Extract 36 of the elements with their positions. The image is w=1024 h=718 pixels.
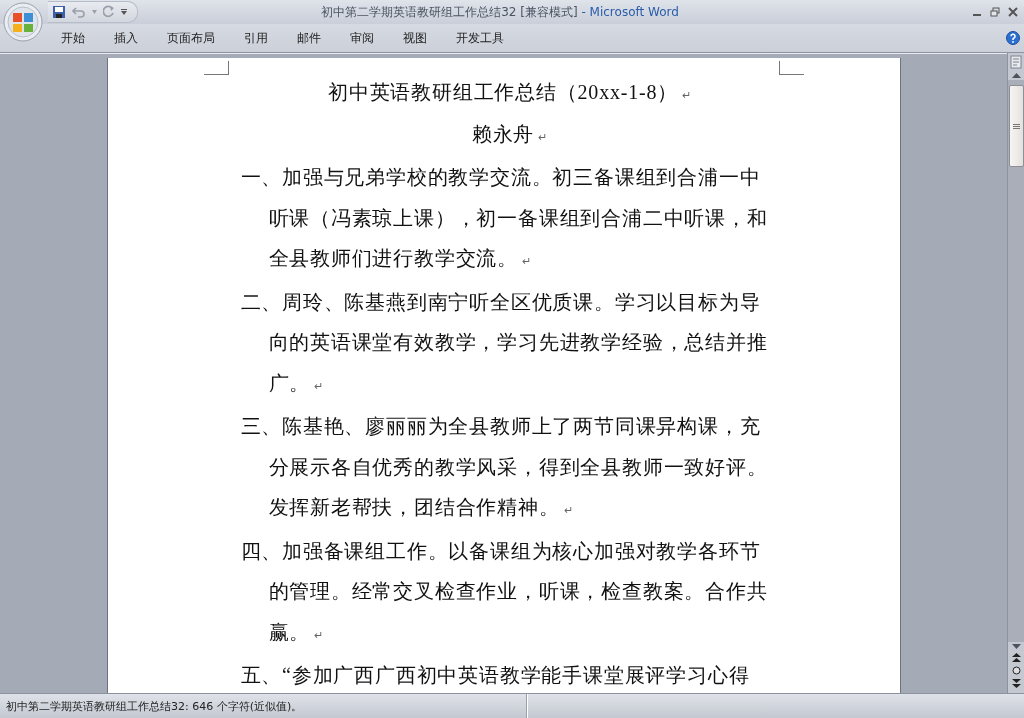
paragraph-mark: ↵ [682,89,692,101]
ribbon-tab[interactable]: 开发工具 [445,27,515,49]
ribbon-tab[interactable]: 页面布局 [156,27,226,49]
browse-object-icon[interactable] [1011,666,1021,675]
title-separator: - [581,4,586,19]
ruler-toggle-icon[interactable] [1010,55,1022,69]
ribbon-tab[interactable]: 审阅 [339,27,385,49]
ribbon-tab[interactable]: 插入 [103,27,149,49]
scrollbar-thumb[interactable] [1008,85,1024,167]
numbered-paragraph: 一、加强与兄弟学校的教学交流。初三备课组到合浦一中听课（冯素琼上课），初一备课组到合浦二中听课，和全县教师们进行教学交流。 ↵ [240,165,769,271]
next-page-icon[interactable] [1011,679,1021,688]
save-icon[interactable] [52,5,66,19]
crop-mark [778,61,804,75]
document-title: 初中第二学期英语教研组工作总结32 [兼容模式] [321,4,578,19]
numbered-paragraph: 四、加强备课组工作。以备课组为核心加强对教学各环节的管理。经常交叉检查作业，听课，检查教案。合作共赢。 ↵ [240,538,769,645]
app-name: Microsoft Word [589,4,679,19]
author-name: 赖永舟 [471,123,535,145]
crop-mark [203,61,229,75]
close-icon[interactable] [1008,7,1018,17]
paragraph-mark: ↵ [538,131,548,143]
previous-page-icon[interactable] [1011,653,1021,662]
document-heading: 初中英语教研组工作总结（20xx-1-8） [327,81,679,103]
scroll-down-arrow-icon[interactable] [1011,644,1021,649]
grip-icon [1012,123,1020,129]
status-text: 初中第二学期英语教研组工作总结32: 646 个字符(近似值)。 [6,698,303,714]
numbered-paragraph: 三、陈基艳、廖丽丽为全县教师上了两节同课异构课，充分展示各自优秀的教学风采，得到全县教师一致好评。发挥新老帮扶，团结合作精神。 ↵ [240,414,769,520]
help-icon[interactable] [1006,31,1020,45]
ribbon-tab[interactable]: 邮件 [286,27,332,49]
scroll-up-arrow-icon[interactable] [1011,73,1021,78]
numbered-paragraph: 五、“参加广西广西初中英语教学能手课堂展评学习心得 [240,663,751,688]
restore-icon[interactable] [990,7,1000,17]
ribbon-tab[interactable]: 开始 [50,27,96,49]
customize-arrow-icon[interactable] [121,9,127,15]
numbered-paragraph: 二、周玲、陈基燕到南宁听全区优质课。学习以目标为导向的英语课堂有效教学，学习先进教学经验，总结并推广。 ↵ [240,289,769,396]
ribbon-tab[interactable]: 引用 [233,27,279,49]
ribbon-tab[interactable]: 视图 [392,27,438,49]
